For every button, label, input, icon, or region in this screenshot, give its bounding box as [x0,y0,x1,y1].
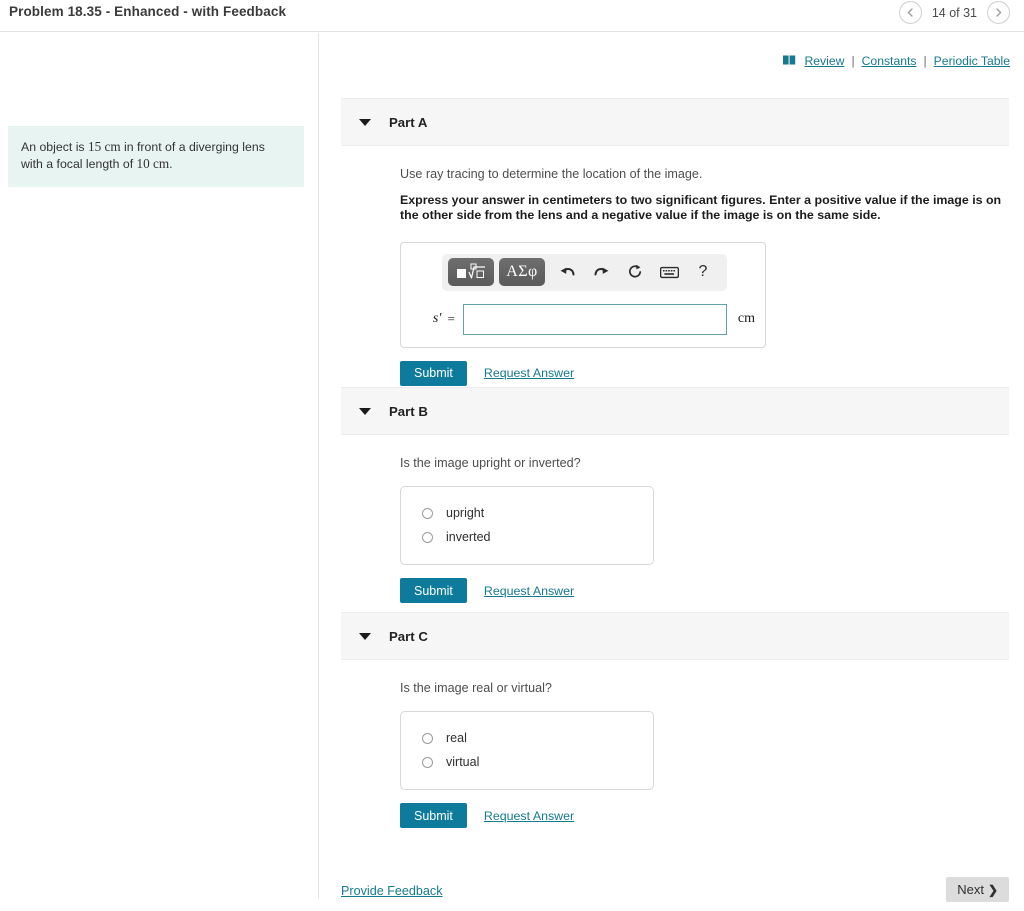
pager: 14 of 31 [898,1,1010,24]
equals-sign: = [447,311,455,327]
caret-down-icon[interactable] [359,632,371,640]
part-b-option-upright[interactable]: upright [401,501,653,525]
math-toolbar: ΑΣφ ? [442,253,727,291]
part-c-title: Part C [389,628,428,644]
constants-link[interactable]: Constants [862,54,917,68]
undo-icon[interactable] [550,258,584,286]
next-button[interactable]: Next ❯ [946,877,1009,902]
part-c-option-real[interactable]: real [401,726,653,750]
part-c-submit-row: Submit Request Answer [400,803,1009,828]
keyboard-icon[interactable] [652,258,686,286]
part-a-instruction: Express your answer in centimeters to tw… [400,193,1002,223]
part-b-option-inverted[interactable]: inverted [401,525,653,549]
problem-content: Review | Constants | Periodic Table Part… [320,33,1024,902]
next-button-label: Next [957,882,984,897]
option-label: real [446,731,467,745]
part-c-option-virtual[interactable]: virtual [401,750,653,774]
problem-text-a: An object is [21,140,88,154]
provide-feedback-link[interactable]: Provide Feedback [341,884,443,898]
part-a-request-answer-link[interactable]: Request Answer [484,366,574,380]
prev-problem-button[interactable] [898,1,922,24]
review-link[interactable]: Review [804,54,844,68]
part-b-prompt: Is the image upright or inverted? [400,456,581,470]
chevron-left-icon [907,8,913,17]
part-c-body: Is the image real or virtual? real virtu… [341,660,1009,828]
part-b-body: Is the image upright or inverted? uprigh… [341,435,1009,603]
part-b-section: Part B Is the image upright or inverted?… [341,387,1009,603]
part-b-request-answer-link[interactable]: Request Answer [484,584,574,598]
part-b-options: upright inverted [400,486,654,565]
part-a-title: Part A [389,114,428,130]
problem-statement: An object is 15 cm in front of a divergi… [8,126,304,187]
part-c-submit-button[interactable]: Submit [400,803,467,828]
part-c-prompt: Is the image real or virtual? [400,681,552,695]
chevron-right-icon: ❯ [987,882,998,897]
part-a-submit-button[interactable]: Submit [400,360,467,386]
part-b-header[interactable]: Part B [341,387,1009,435]
problem-counter: 14 of 31 [931,5,977,20]
radio-icon[interactable] [422,732,433,744]
radio-icon[interactable] [422,507,433,519]
variable-label: s′ [432,311,442,327]
part-a-submit-row: Submit Request Answer [400,360,1009,386]
math-template-icon[interactable] [448,258,494,287]
radio-icon[interactable] [422,531,433,543]
part-c-request-answer-link[interactable]: Request Answer [484,809,574,823]
option-label: inverted [446,530,491,544]
problem-value-focal-length: 10 cm [136,155,170,171]
part-a-prompt: Use ray tracing to determine the locatio… [400,167,703,181]
part-a-answer-box: ΑΣφ ? s′ = cm [400,241,766,348]
footer: Provide Feedback Next ❯ [341,851,1009,911]
option-label: upright [446,506,485,520]
part-b-submit-row: Submit Request Answer [400,578,1009,603]
link-separator-1: | [851,54,855,68]
part-c-section: Part C Is the image real or virtual? rea… [341,612,1009,828]
problem-value-object-distance: 15 cm [88,139,121,154]
part-a-unit-label: cm [737,311,755,327]
chevron-right-icon [996,8,1002,17]
part-a-section: Part A Use ray tracing to determine the … [341,98,1009,386]
problem-sidebar: An object is 15 cm in front of a divergi… [0,33,319,899]
part-a-header[interactable]: Part A [341,98,1009,146]
option-label: virtual [446,755,480,769]
next-problem-button[interactable] [987,1,1010,24]
problem-text-c: . [169,156,173,171]
caret-down-icon[interactable] [359,118,371,126]
part-c-header[interactable]: Part C [341,612,1009,660]
resource-links: Review | Constants | Periodic Table [783,54,1010,68]
part-b-submit-button[interactable]: Submit [400,578,467,603]
part-a-body: Use ray tracing to determine the locatio… [341,146,1009,386]
radio-icon[interactable] [422,756,433,768]
top-bar: Problem 18.35 - Enhanced - with Feedback… [0,0,1024,32]
book-icon [783,54,796,68]
greek-symbols-button[interactable]: ΑΣφ [499,258,545,287]
part-a-input-row: s′ = cm [413,303,755,335]
redo-icon[interactable] [584,258,618,286]
periodic-table-link[interactable]: Periodic Table [934,54,1010,68]
link-separator-2: | [923,54,927,68]
page-title: Problem 18.35 - Enhanced - with Feedback [9,4,287,19]
reset-icon[interactable] [618,258,652,286]
part-c-options: real virtual [400,711,654,790]
part-a-answer-input[interactable] [462,303,727,335]
help-icon[interactable]: ? [686,258,720,286]
caret-down-icon[interactable] [359,407,371,415]
part-b-title: Part B [389,403,428,419]
